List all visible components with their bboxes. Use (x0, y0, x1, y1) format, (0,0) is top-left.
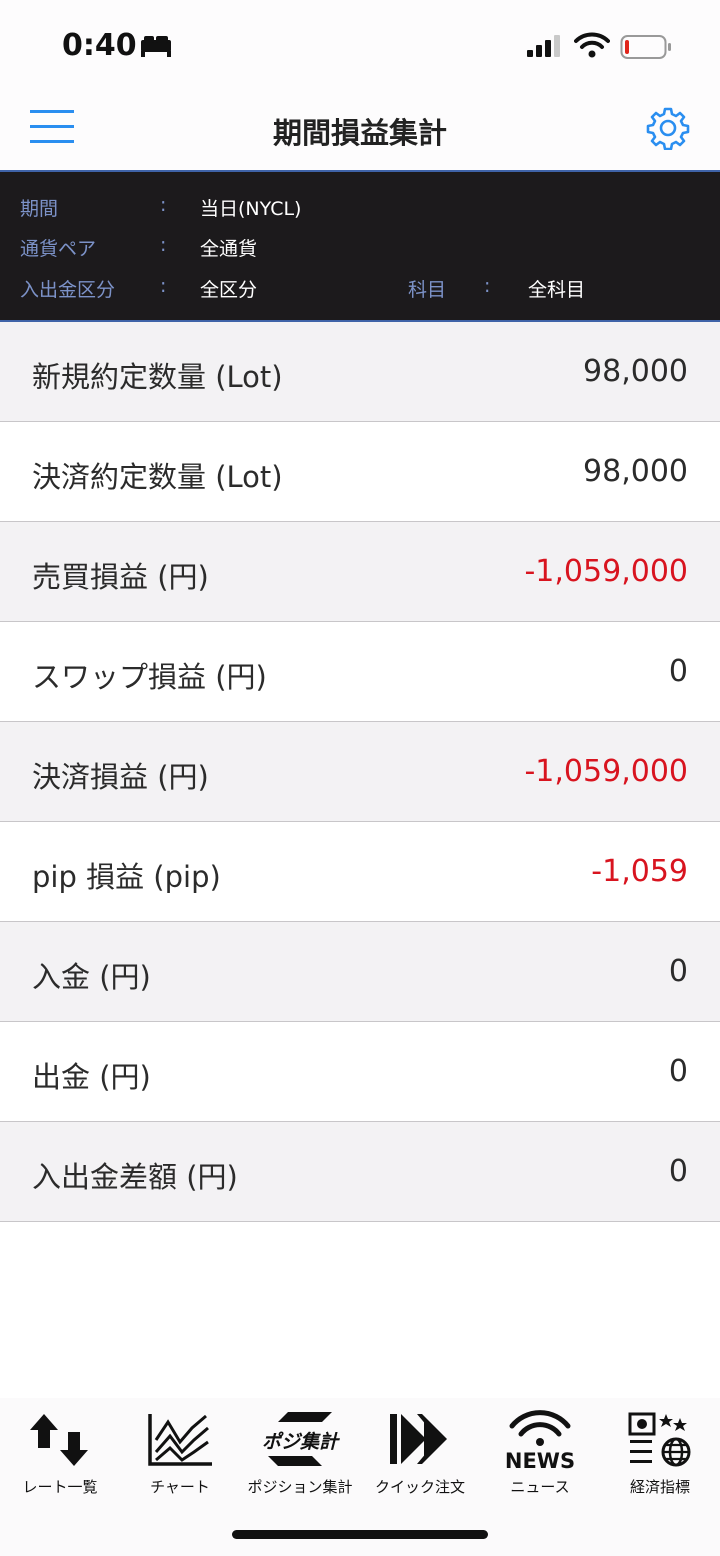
tab-economic-indicators[interactable]: 経済指標 (600, 1404, 720, 1504)
list-item-deposit-withdrawal-diff: 入出金差額 (円) 0 (0, 1122, 720, 1222)
rate-list-arrows-icon (30, 1414, 88, 1466)
row-label: 売買損益 (円) (32, 560, 209, 594)
status-bar: 0:40 (0, 0, 720, 92)
tab-chart[interactable]: チャート (120, 1404, 240, 1504)
period-value: 当日(NYCL) (200, 198, 302, 220)
row-value: 0 (668, 1054, 688, 1089)
cellular-signal-icon (527, 35, 560, 57)
row-label: 出金 (円) (32, 1060, 151, 1094)
list-item-settle-contract-lot: 決済約定数量 (Lot) 98,000 (0, 422, 720, 522)
battery-low-icon (620, 35, 671, 59)
tab-label: ニュース (510, 1478, 570, 1496)
list-item-swap-pl: スワップ損益 (円) 0 (0, 622, 720, 722)
tab-position-summary[interactable]: ポジ集計 ポジション集計 (240, 1404, 360, 1504)
row-label: 決済約定数量 (Lot) (32, 460, 283, 494)
tab-quick-order[interactable]: クイック注文 (360, 1404, 480, 1504)
row-label: 新規約定数量 (Lot) (32, 360, 283, 394)
currency-pair-colon: : (160, 234, 167, 256)
subject-label: 科目 (408, 279, 447, 301)
bed-icon (141, 36, 171, 57)
list-item-settlement-pl: 決済損益 (円) -1,059,000 (0, 722, 720, 822)
list-item-pip-pl: pip 損益 (pip) -1,059 (0, 822, 720, 922)
tab-label: クイック注文 (374, 1478, 465, 1496)
row-label: 入出金差額 (円) (32, 1160, 238, 1194)
deposit-type-label: 入出金区分 (20, 279, 116, 301)
subject-value: 全科目 (528, 279, 586, 301)
economic-indicators-icon (628, 1412, 691, 1467)
news-icon-text: NEWS (505, 1449, 575, 1470)
wifi-icon (574, 32, 610, 58)
tab-label: ポジション集計 (247, 1478, 353, 1496)
status-time: 0:40 (62, 28, 137, 63)
row-label: 決済損益 (円) (32, 760, 209, 794)
gear-icon[interactable] (646, 106, 690, 150)
row-value: -1,059,000 (524, 554, 688, 589)
app-header: 期間損益集計 (0, 92, 720, 170)
deposit-type-colon: : (160, 275, 167, 297)
row-label: スワップ損益 (円) (32, 660, 267, 694)
list-item-new-contract-lot: 新規約定数量 (Lot) 98,000 (0, 322, 720, 422)
tab-rate-list[interactable]: レート一覧 (0, 1404, 120, 1504)
row-value: -1,059,000 (524, 754, 688, 789)
row-value: 98,000 (583, 454, 688, 489)
list-item-deposit: 入金 (円) 0 (0, 922, 720, 1022)
quick-order-icon (390, 1414, 447, 1464)
filter-panel[interactable]: 期間 : 当日(NYCL) 通貨ペア : 全通貨 入出金区分 : 全区分 科目 … (0, 170, 720, 322)
tab-label: 経済指標 (629, 1478, 690, 1496)
period-label: 期間 (20, 198, 59, 220)
summary-list: 新規約定数量 (Lot) 98,000 決済約定数量 (Lot) 98,000 … (0, 322, 720, 1222)
tab-label: レート一覧 (22, 1478, 98, 1496)
home-indicator[interactable] (232, 1530, 488, 1539)
row-value: 0 (668, 654, 688, 689)
position-summary-icon-text: ポジ集計 (262, 1431, 340, 1453)
row-label: pip 損益 (pip) (32, 860, 221, 894)
period-colon: : (160, 194, 167, 216)
row-label: 入金 (円) (32, 960, 151, 994)
list-item-withdrawal: 出金 (円) 0 (0, 1022, 720, 1122)
row-value: 98,000 (583, 354, 688, 389)
row-value: -1,059 (591, 854, 688, 889)
list-item-trading-pl: 売買損益 (円) -1,059,000 (0, 522, 720, 622)
position-summary-icon: ポジ集計 (262, 1412, 340, 1466)
tab-news[interactable]: NEWS ニュース (480, 1404, 600, 1504)
subject-colon: : (484, 275, 491, 297)
tab-label: チャート (150, 1478, 210, 1496)
currency-pair-label: 通貨ペア (20, 238, 97, 260)
bottom-tab-bar: レート一覧 チャート ポジ集計 ポジション集計 クイック注文 NEWS ニュース… (0, 1398, 720, 1556)
deposit-type-value: 全区分 (200, 279, 258, 301)
row-value: 0 (668, 1154, 688, 1189)
row-value: 0 (668, 954, 688, 989)
chart-icon (148, 1414, 212, 1466)
currency-pair-value: 全通貨 (200, 238, 258, 260)
news-icon: NEWS (505, 1410, 575, 1470)
page-title: 期間損益集計 (272, 116, 447, 150)
